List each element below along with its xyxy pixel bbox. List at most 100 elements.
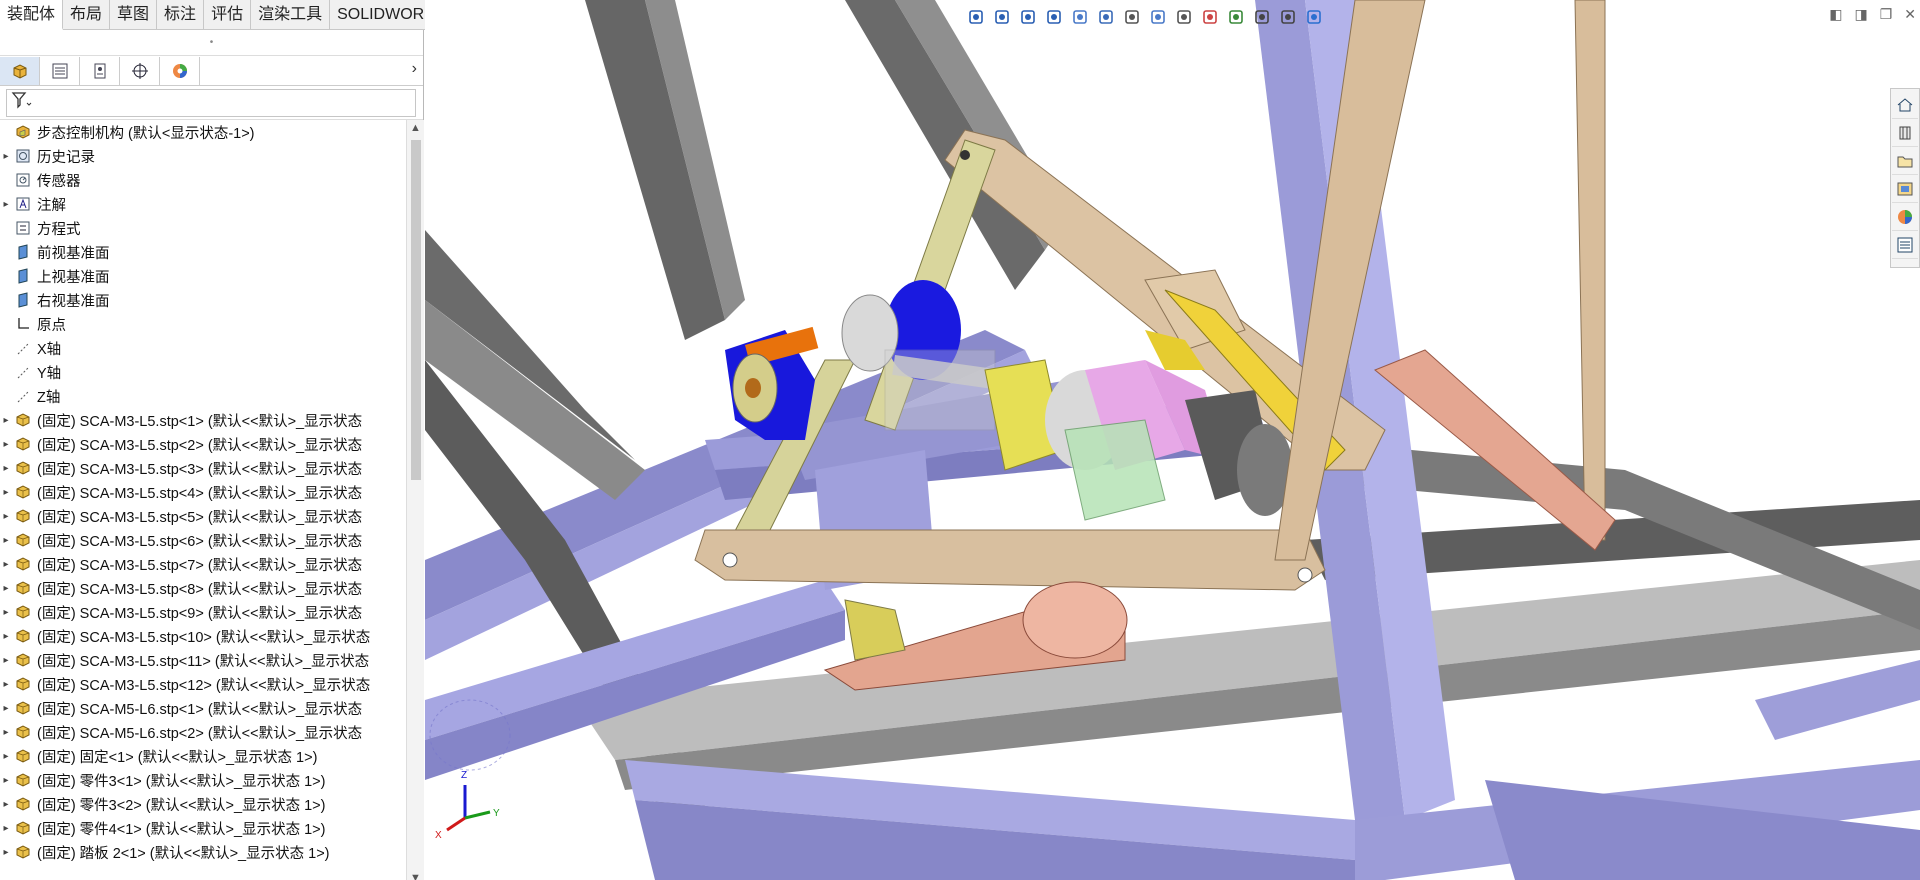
section-view-icon[interactable] bbox=[1069, 6, 1091, 28]
tree-item[interactable]: ▸ (固定) SCA-M3-L5.stp<11> (默认<<默认>_显示状态 bbox=[0, 648, 406, 672]
tree-vertical-scrollbar[interactable]: ▲ ▼ bbox=[406, 120, 424, 880]
appearances-icon[interactable] bbox=[1892, 203, 1918, 231]
tile-left-icon[interactable]: ◧ bbox=[1829, 6, 1842, 23]
parts-library-icon[interactable] bbox=[1892, 119, 1918, 147]
panel-tab-bar: › bbox=[0, 56, 423, 86]
apply-scene-icon[interactable] bbox=[1225, 6, 1247, 28]
tree-item[interactable]: ▸ (固定) 零件3<2> (默认<<默认>_显示状态 1>) bbox=[0, 792, 406, 816]
tree-item[interactable]: ▸ (固定) SCA-M3-L5.stp<8> (默认<<默认>_显示状态 bbox=[0, 576, 406, 600]
tree-item[interactable]: ▸ (固定) 固定<1> (默认<<默认>_显示状态 1>) bbox=[0, 744, 406, 768]
close-icon[interactable]: ✕ bbox=[1904, 6, 1916, 23]
part-icon bbox=[14, 723, 32, 741]
expand-arrow-icon[interactable]: ▸ bbox=[0, 799, 12, 810]
custom-properties-icon[interactable] bbox=[1892, 231, 1918, 259]
filter-icon[interactable] bbox=[11, 91, 33, 114]
edit-appearance-icon[interactable] bbox=[1199, 6, 1221, 28]
tree-item[interactable]: 上视基准面 bbox=[0, 264, 406, 288]
3d-view-icon[interactable] bbox=[1303, 6, 1325, 28]
expand-arrow-icon[interactable]: ▸ bbox=[0, 607, 12, 618]
feature-manager-icon[interactable] bbox=[0, 56, 40, 85]
zoom-area-icon[interactable] bbox=[1017, 6, 1039, 28]
home-icon[interactable] bbox=[1892, 91, 1918, 119]
expand-arrow-icon[interactable]: ▸ bbox=[0, 631, 12, 642]
tab-1[interactable]: 布局 bbox=[63, 0, 111, 30]
expand-arrow-icon[interactable]: ▸ bbox=[0, 583, 12, 594]
tree-item[interactable]: 方程式 bbox=[0, 216, 406, 240]
tree-item[interactable]: Z轴 bbox=[0, 384, 406, 408]
gait-mechanism-model[interactable]: Z Y X bbox=[425, 0, 1920, 880]
tab-0[interactable]: 装配体 bbox=[0, 0, 64, 30]
hide-show-icon[interactable] bbox=[1173, 6, 1195, 28]
display-style-icon[interactable] bbox=[1147, 6, 1169, 28]
panel-scroll-arrow[interactable]: › bbox=[412, 60, 417, 78]
tree-item[interactable]: ▸ (固定) 踏板 2<1> (默认<<默认>_显示状态 1>) bbox=[0, 840, 406, 864]
expand-arrow-icon[interactable]: ▸ bbox=[0, 847, 12, 858]
graphics-area[interactable]: Z Y X ◧ ◨ ❐ ✕ bbox=[425, 0, 1920, 880]
tree-item[interactable]: ▸ (固定) SCA-M3-L5.stp<3> (默认<<默认>_显示状态 bbox=[0, 456, 406, 480]
tree-item[interactable]: 传感器 bbox=[0, 168, 406, 192]
expand-arrow-icon[interactable]: ▸ bbox=[0, 511, 12, 522]
tree-item[interactable]: 原点 bbox=[0, 312, 406, 336]
tree-root[interactable]: 步态控制机构 (默认<显示状态-1>) bbox=[0, 120, 406, 144]
property-manager-icon[interactable] bbox=[40, 56, 80, 85]
filter-input[interactable] bbox=[6, 88, 416, 117]
tree-item[interactable]: ▸ (固定) 零件4<1> (默认<<默认>_显示状态 1>) bbox=[0, 816, 406, 840]
view-settings-icon[interactable] bbox=[1251, 6, 1273, 28]
expand-arrow-icon[interactable]: ▸ bbox=[0, 679, 12, 690]
view-palette-icon[interactable] bbox=[1892, 175, 1918, 203]
tree-item[interactable]: ▸ (固定) SCA-M3-L5.stp<5> (默认<<默认>_显示状态 bbox=[0, 504, 406, 528]
tree-item[interactable]: ▸ 历史记录 bbox=[0, 144, 406, 168]
expand-arrow-icon[interactable]: ▸ bbox=[0, 415, 12, 426]
expand-arrow-icon[interactable]: ▸ bbox=[0, 439, 12, 450]
restore-icon[interactable]: ❐ bbox=[1880, 6, 1893, 23]
zoom-fit-icon[interactable] bbox=[991, 6, 1013, 28]
tree-item[interactable]: Y轴 bbox=[0, 360, 406, 384]
scroll-thumb[interactable] bbox=[411, 140, 421, 480]
expand-arrow-icon[interactable]: ▸ bbox=[0, 463, 12, 474]
expand-arrow-icon[interactable]: ▸ bbox=[0, 655, 12, 666]
tree-item[interactable]: ▸ (固定) SCA-M3-L5.stp<9> (默认<<默认>_显示状态 bbox=[0, 600, 406, 624]
tree-item[interactable]: ▸ (固定) SCA-M3-L5.stp<12> (默认<<默认>_显示状态 bbox=[0, 672, 406, 696]
tree-item[interactable]: ▸ (固定) SCA-M3-L5.stp<4> (默认<<默认>_显示状态 bbox=[0, 480, 406, 504]
expand-arrow-icon[interactable]: ▸ bbox=[0, 199, 12, 210]
tab-2[interactable]: 草图 bbox=[110, 0, 158, 30]
dimxpert-icon[interactable] bbox=[120, 56, 160, 85]
tree-item[interactable]: ▸ (固定) SCA-M5-L6.stp<2> (默认<<默认>_显示状态 bbox=[0, 720, 406, 744]
expand-arrow-icon[interactable]: ▸ bbox=[0, 703, 12, 714]
expand-arrow-icon[interactable]: ▸ bbox=[0, 559, 12, 570]
tab-3[interactable]: 标注 bbox=[157, 0, 205, 30]
dynamic-annotation-icon[interactable] bbox=[1095, 6, 1117, 28]
tree-item[interactable]: ▸ (固定) SCA-M3-L5.stp<1> (默认<<默认>_显示状态 bbox=[0, 408, 406, 432]
panel-grip[interactable]: • bbox=[0, 30, 423, 56]
view-orientation-icon[interactable] bbox=[965, 6, 987, 28]
file-explorer-icon[interactable] bbox=[1892, 147, 1918, 175]
tree-item[interactable]: ▸ (固定) SCA-M3-L5.stp<7> (默认<<默认>_显示状态 bbox=[0, 552, 406, 576]
tree-item[interactable]: ▸ (固定) SCA-M3-L5.stp<6> (默认<<默认>_显示状态 bbox=[0, 528, 406, 552]
tile-right-icon[interactable]: ◨ bbox=[1854, 6, 1867, 23]
part-icon bbox=[14, 651, 32, 669]
tab-4[interactable]: 评估 bbox=[204, 0, 252, 30]
tree-item[interactable]: X轴 bbox=[0, 336, 406, 360]
view-setting-icon[interactable] bbox=[1121, 6, 1143, 28]
previous-view-icon[interactable] bbox=[1043, 6, 1065, 28]
tree-item[interactable]: ▸ (固定) SCA-M3-L5.stp<2> (默认<<默认>_显示状态 bbox=[0, 432, 406, 456]
display-manager-icon[interactable] bbox=[160, 56, 200, 85]
expand-arrow-icon[interactable]: ▸ bbox=[0, 151, 12, 162]
configuration-manager-icon[interactable] bbox=[80, 56, 120, 85]
expand-arrow-icon[interactable]: ▸ bbox=[0, 751, 12, 762]
tree-item[interactable]: 右视基准面 bbox=[0, 288, 406, 312]
tree-item[interactable]: 前视基准面 bbox=[0, 240, 406, 264]
scroll-up-icon[interactable]: ▲ bbox=[410, 122, 421, 134]
expand-arrow-icon[interactable]: ▸ bbox=[0, 727, 12, 738]
monitor-icon[interactable] bbox=[1277, 6, 1299, 28]
tree-item[interactable]: ▸ 注解 bbox=[0, 192, 406, 216]
tree-item[interactable]: ▸ (固定) 零件3<1> (默认<<默认>_显示状态 1>) bbox=[0, 768, 406, 792]
tree-item[interactable]: ▸ (固定) SCA-M3-L5.stp<10> (默认<<默认>_显示状态 bbox=[0, 624, 406, 648]
tab-5[interactable]: 渲染工具 bbox=[251, 0, 331, 30]
expand-arrow-icon[interactable]: ▸ bbox=[0, 535, 12, 546]
scroll-down-icon[interactable]: ▼ bbox=[410, 872, 421, 880]
expand-arrow-icon[interactable]: ▸ bbox=[0, 775, 12, 786]
expand-arrow-icon[interactable]: ▸ bbox=[0, 823, 12, 834]
expand-arrow-icon[interactable]: ▸ bbox=[0, 487, 12, 498]
tree-item[interactable]: ▸ (固定) SCA-M5-L6.stp<1> (默认<<默认>_显示状态 bbox=[0, 696, 406, 720]
